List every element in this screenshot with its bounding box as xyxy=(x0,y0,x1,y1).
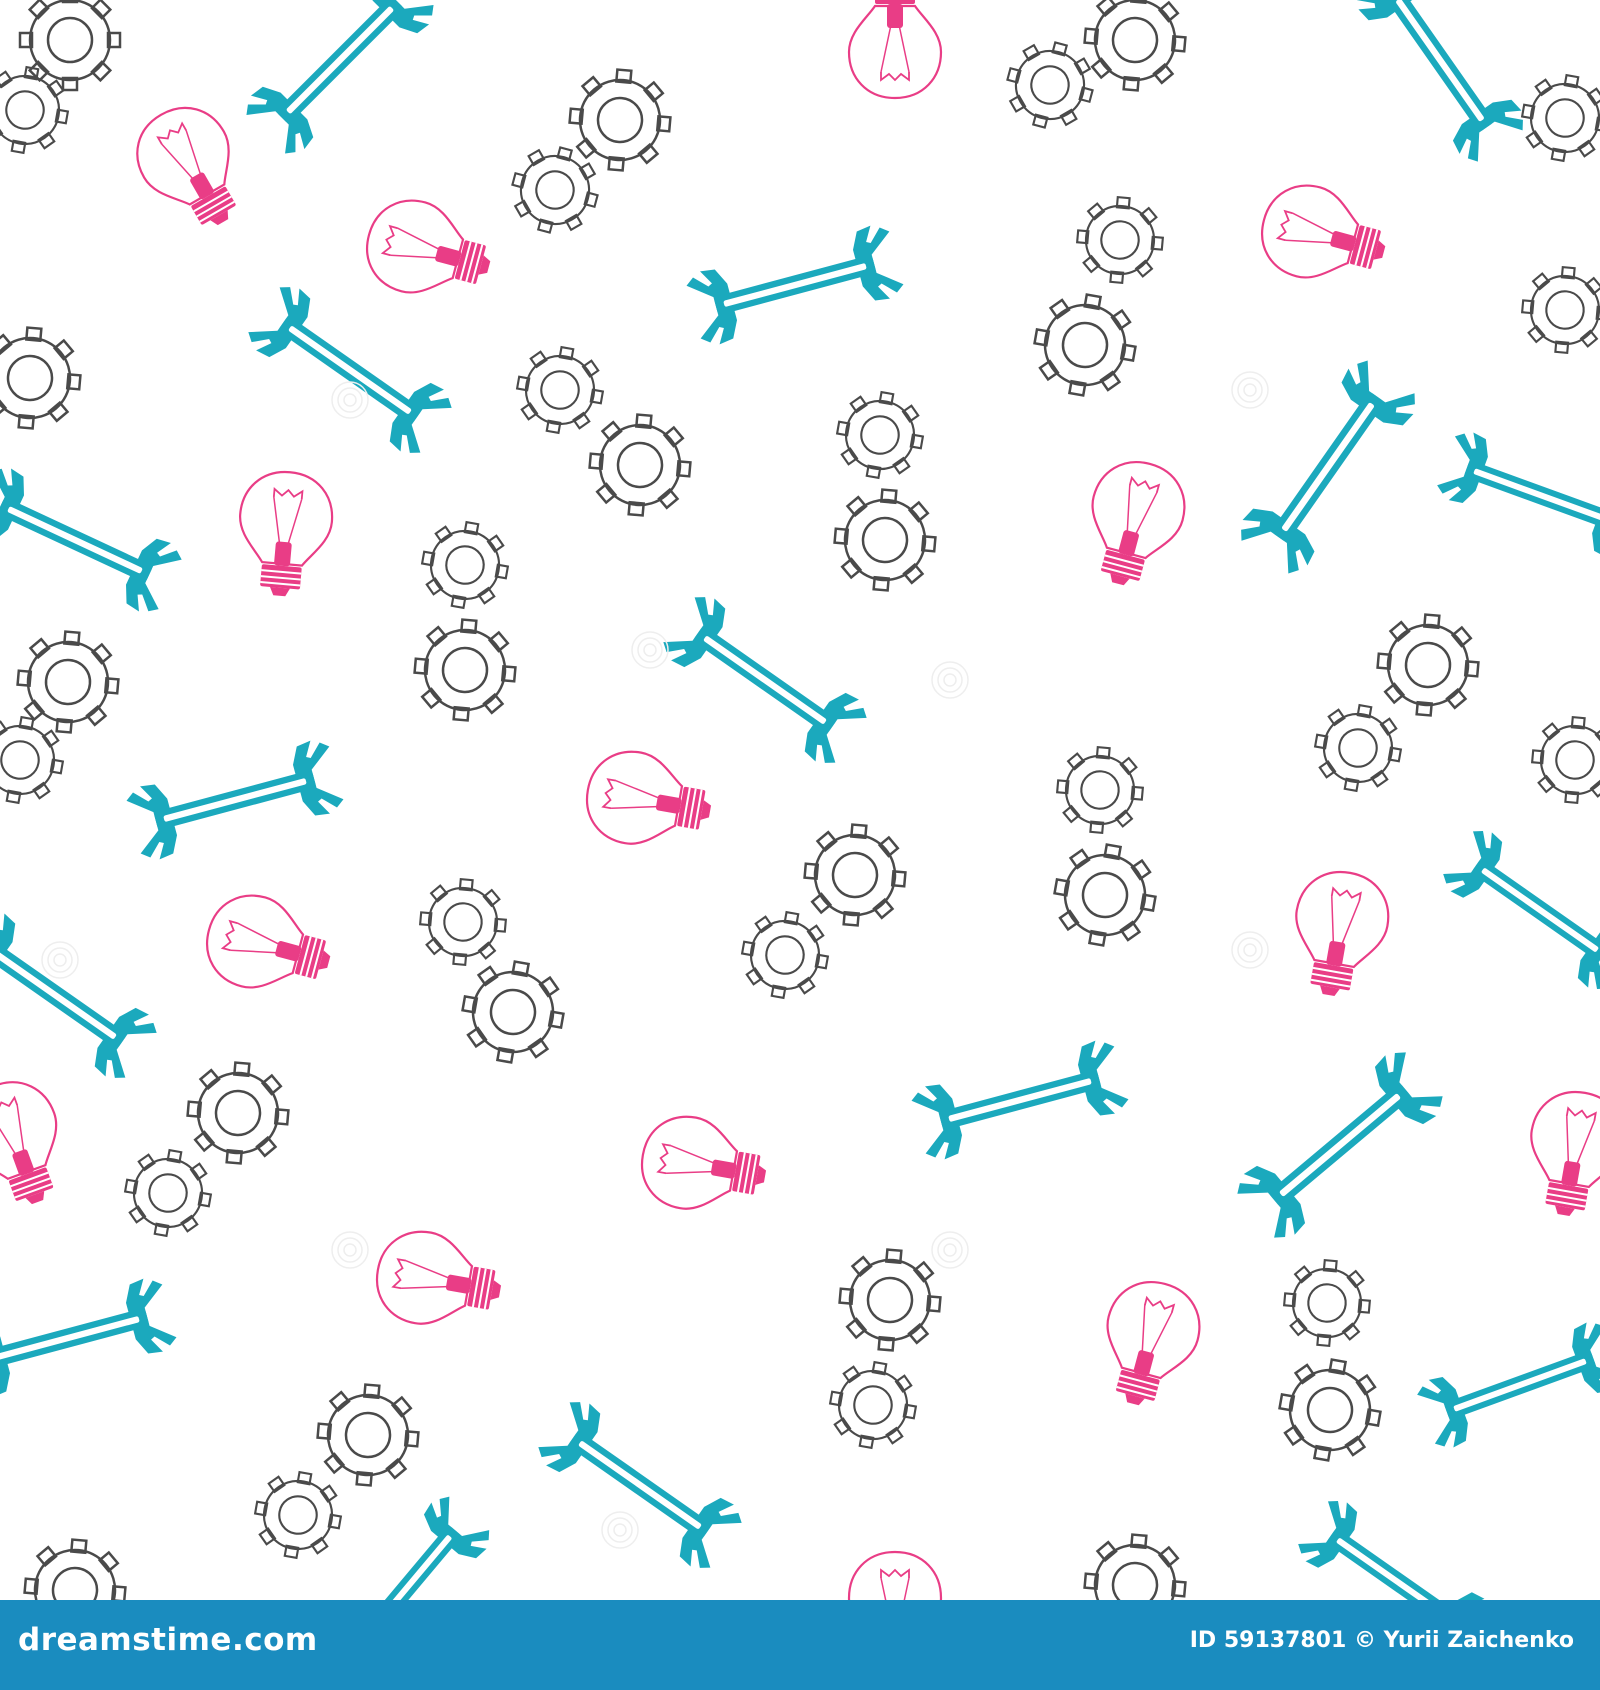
stock-footer: dreamstime.com ID 59137801 © Yurii Zaich… xyxy=(0,1600,1600,1690)
lightbulb-icon xyxy=(847,1550,943,1600)
gear-icon xyxy=(1270,1350,1390,1470)
gear-icon xyxy=(182,1057,294,1169)
wrench-icon xyxy=(908,1036,1132,1164)
watermark-swirl xyxy=(1243,383,1257,397)
wrench-icon xyxy=(657,588,873,772)
watermark-swirl xyxy=(943,673,957,687)
gear-icon xyxy=(312,1379,424,1491)
watermark-swirl xyxy=(337,1237,363,1263)
lightbulb-icon xyxy=(1517,1083,1600,1225)
watermark-swirl xyxy=(613,1523,627,1537)
watermark-swirl xyxy=(637,637,663,663)
watermark-swirl xyxy=(53,953,67,967)
gear-icon xyxy=(1079,0,1191,96)
image-id: ID 59137801 xyxy=(1189,1628,1347,1653)
wrench-icon xyxy=(239,0,441,161)
wrench-icon xyxy=(1413,1316,1600,1454)
watermark-swirl xyxy=(1237,937,1263,963)
gear-icon xyxy=(247,1464,349,1566)
gear-icon xyxy=(1307,697,1409,799)
gear-icon xyxy=(409,614,521,726)
dreamstime-logo: dreamstime.com xyxy=(18,1622,318,1658)
lightbulb-icon xyxy=(847,0,943,100)
gear-icon xyxy=(0,59,76,161)
wrench-icon xyxy=(1230,1043,1450,1247)
lightbulb-icon xyxy=(578,743,720,858)
wrench-icon xyxy=(242,278,458,462)
gear-icon xyxy=(1514,67,1600,169)
wrench-icon xyxy=(1292,1493,1498,1600)
wrench-icon xyxy=(1433,426,1600,564)
gear-icon xyxy=(996,31,1104,139)
gear-icon xyxy=(414,514,516,616)
image-credit: ID 59137801 © Yurii Zaichenko xyxy=(1190,1628,1574,1653)
watermark-swirl xyxy=(337,387,363,413)
wrench-icon xyxy=(0,461,187,619)
watermark-swirl xyxy=(937,667,963,693)
watermark-swirl xyxy=(643,643,657,657)
lightbulb-icon xyxy=(1250,174,1397,298)
lightbulb-icon xyxy=(1087,1270,1211,1417)
gear-icon xyxy=(0,322,86,434)
watermark-swirl xyxy=(1243,943,1257,957)
gear-icon xyxy=(0,709,71,811)
lightbulb-icon xyxy=(355,189,502,313)
gear-icon xyxy=(799,819,911,931)
gear-icon xyxy=(509,339,611,441)
gear-icon xyxy=(1052,742,1148,838)
watermark-swirl xyxy=(343,1243,357,1257)
gear-icon xyxy=(453,952,573,1072)
pattern-canvas xyxy=(0,0,1600,1600)
lightbulb-icon xyxy=(633,1108,775,1223)
wrench-icon xyxy=(0,1274,180,1402)
pattern-illustration xyxy=(0,0,1600,1600)
gear-icon xyxy=(1527,712,1600,808)
watermark-swirl xyxy=(607,1517,633,1543)
gear-icon xyxy=(1079,1529,1191,1600)
gear-icon xyxy=(822,1354,924,1456)
lightbulb-icon xyxy=(368,1223,510,1338)
watermark-swirl xyxy=(343,393,357,407)
lightbulb-icon xyxy=(120,90,264,247)
wrench-icon xyxy=(683,221,907,349)
lightbulb-icon xyxy=(195,884,342,1008)
wrench-icon xyxy=(1348,0,1532,168)
gear-icon xyxy=(829,484,941,596)
gear-icon xyxy=(829,384,931,486)
wrench-icon xyxy=(1437,823,1600,997)
gear-icon xyxy=(1279,1255,1375,1351)
wrench-icon xyxy=(123,736,347,864)
watermark-swirl xyxy=(47,947,73,973)
watermark-swirl xyxy=(937,1237,963,1263)
gear-icon xyxy=(1045,835,1165,955)
wrench-icon xyxy=(0,903,163,1087)
gear-icon xyxy=(564,64,676,176)
watermark-swirl xyxy=(1237,377,1263,403)
gear-icon xyxy=(734,904,836,1006)
lightbulb-icon xyxy=(1072,450,1196,597)
gear-icon xyxy=(1517,262,1600,358)
gear-icon xyxy=(117,1142,219,1244)
lightbulb-icon xyxy=(1282,863,1397,1005)
image-author: © Yurii Zaichenko xyxy=(1353,1628,1574,1653)
gear-icon xyxy=(1025,285,1145,405)
wrench-icon xyxy=(532,1393,748,1577)
gear-icon xyxy=(1072,192,1168,288)
gear-icon xyxy=(19,1534,131,1600)
gear-icon xyxy=(415,874,511,970)
lightbulb-icon xyxy=(232,467,337,601)
watermark-swirl xyxy=(943,1243,957,1257)
gear-icon xyxy=(834,1244,946,1356)
gear-icon xyxy=(584,409,696,521)
gear-icon xyxy=(1372,609,1484,721)
lightbulb-icon xyxy=(0,1068,82,1219)
gear-icon xyxy=(12,626,124,738)
wrench-icon xyxy=(313,1490,497,1600)
